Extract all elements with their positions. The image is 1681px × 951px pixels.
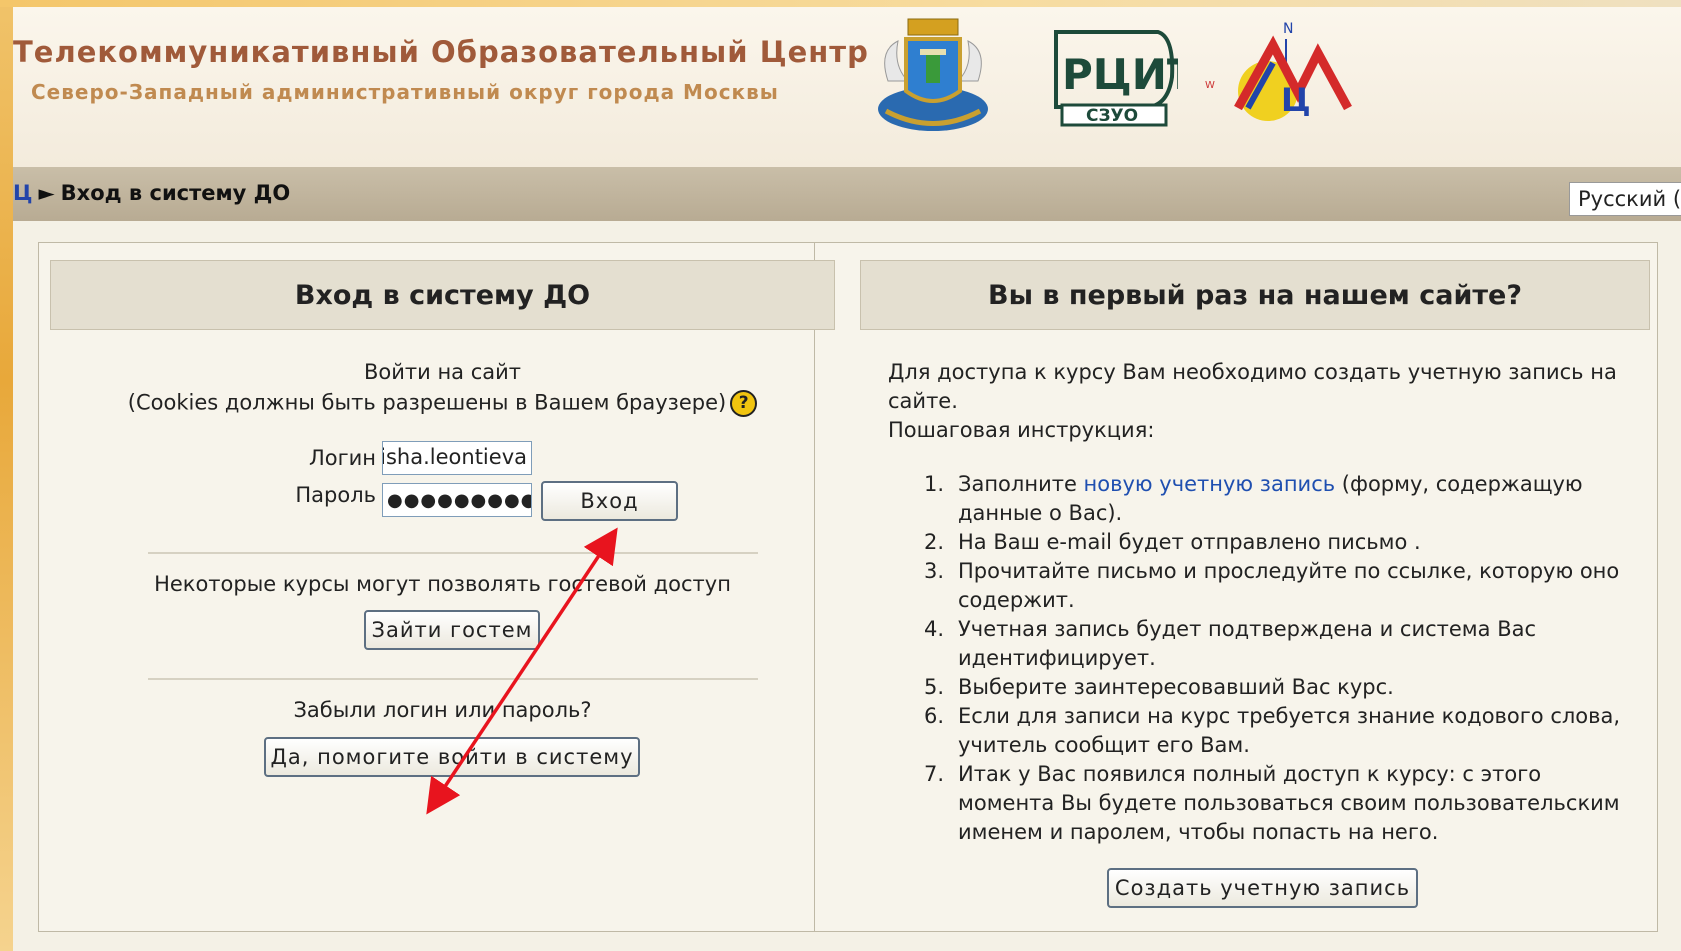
step-number: 4. (923, 617, 944, 641)
step-item: 6. Если для записи на курс требуется знан… (910, 702, 1640, 760)
guest-note: Некоторые курсы могут позволять гостевой… (154, 572, 731, 596)
breadcrumb-home-link[interactable]: Ц (13, 181, 32, 205)
step-text: Прочитайте письмо и проследуйте по ссылк… (958, 559, 1620, 612)
username-value: misha.leontieva (383, 445, 527, 469)
step-item: 2. На Ваш e-mail будет отправлено письмо … (910, 528, 1640, 557)
step-number: 1. (923, 472, 944, 496)
breadcrumb-current: Вход в систему ДО (60, 181, 291, 205)
cookies-note: (Cookies должны быть разрешены в Вашем б… (127, 390, 727, 415)
step-text: Выберите заинтересовавший Вас курс. (958, 675, 1394, 699)
step-item: 5. Выберите заинтересовавший Вас курс. (910, 673, 1640, 702)
site-subtitle: Северо-Западный административный округ г… (31, 80, 779, 104)
step-number: 7. (923, 762, 944, 786)
signup-panel-heading: Вы в первый раз на нашем сайте? (860, 260, 1650, 330)
mc-logo-letter: Ц (1281, 81, 1311, 119)
step-item: 4. Учетная запись будет подтверждена и си… (910, 615, 1640, 673)
step-text: На Ваш e-mail будет отправлено письмо . (958, 530, 1421, 554)
nav-bar: Ц►Вход в систему ДО Русский (ru) (13, 167, 1681, 221)
slide-left-stripe (0, 0, 13, 951)
step-number: 5. (923, 675, 944, 699)
step-item: 3. Прочитайте письмо и проследуйте по ссы… (910, 557, 1640, 615)
step-text: Заполните (958, 472, 1084, 496)
compass-n-label: N (1283, 21, 1293, 37)
divider-line (148, 678, 758, 680)
step-number: 6. (923, 704, 944, 728)
steps-label: Пошаговая инструкция: (888, 418, 1155, 442)
rcit-logo-subtext: СЗУО (1086, 106, 1138, 126)
signup-intro: Для доступа к курсу Вам необходимо созда… (888, 360, 1617, 413)
cookies-note-row: (Cookies должны быть разрешены в Вашем б… (50, 390, 835, 417)
step-item: 7. Итак у Вас появился полный доступ к ку… (910, 760, 1640, 847)
step-number: 2. (923, 530, 944, 554)
rcit-logo: РЦИТ СЗУО (1054, 30, 1178, 127)
step-text: Если для записи на курс требуется знание… (958, 704, 1621, 757)
forgot-password-note: Забыли логин или пароль? (293, 698, 592, 722)
language-select[interactable]: Русский (ru) (1569, 182, 1681, 216)
mc-logo: N W Ц (1205, 21, 1352, 121)
password-label: Пароль (295, 483, 376, 507)
username-label: Логин (308, 446, 376, 470)
rcit-logo-text: РЦИТ (1062, 50, 1178, 99)
site-header: Телекоммуникативный Образовательный Цент… (13, 7, 1681, 167)
site-title: Телекоммуникативный Образовательный Цент… (13, 35, 869, 69)
breadcrumb: Ц ► Вход в систему ДО (13, 181, 290, 205)
login-button[interactable]: Вход (541, 481, 678, 521)
divider-line (148, 552, 758, 554)
steps-list: 1. Заполните новую учетную запись (форму,… (910, 470, 1640, 847)
step-number: 3. (923, 559, 944, 583)
login-prompt: Войти на сайт (363, 360, 522, 384)
new-account-link[interactable]: новую учетную запись (1084, 472, 1336, 496)
forgot-password-button[interactable]: Да, помогите войти в систему (264, 737, 640, 777)
step-text: Учетная запись будет подтверждена и сист… (958, 617, 1537, 670)
create-account-button[interactable]: Создать учетную запись (1107, 868, 1418, 908)
help-icon[interactable]: ? (730, 390, 758, 417)
guest-login-button[interactable]: Зайти гостем (364, 610, 540, 650)
step-text: Итак у Вас появился полный доступ к курс… (958, 762, 1620, 844)
step-item: 1. Заполните новую учетную запись (форму,… (910, 470, 1640, 528)
compass-w-label: W (1205, 80, 1215, 91)
login-panel-heading: Вход в систему ДО (50, 260, 835, 330)
breadcrumb-separator-icon: ► (38, 181, 55, 205)
coat-of-arms-logo (878, 18, 988, 131)
username-input[interactable]: misha.leontieva (382, 441, 532, 475)
slide-top-stripe (0, 0, 1681, 7)
password-input[interactable]: ●●●●●●●●●●● (382, 483, 532, 517)
